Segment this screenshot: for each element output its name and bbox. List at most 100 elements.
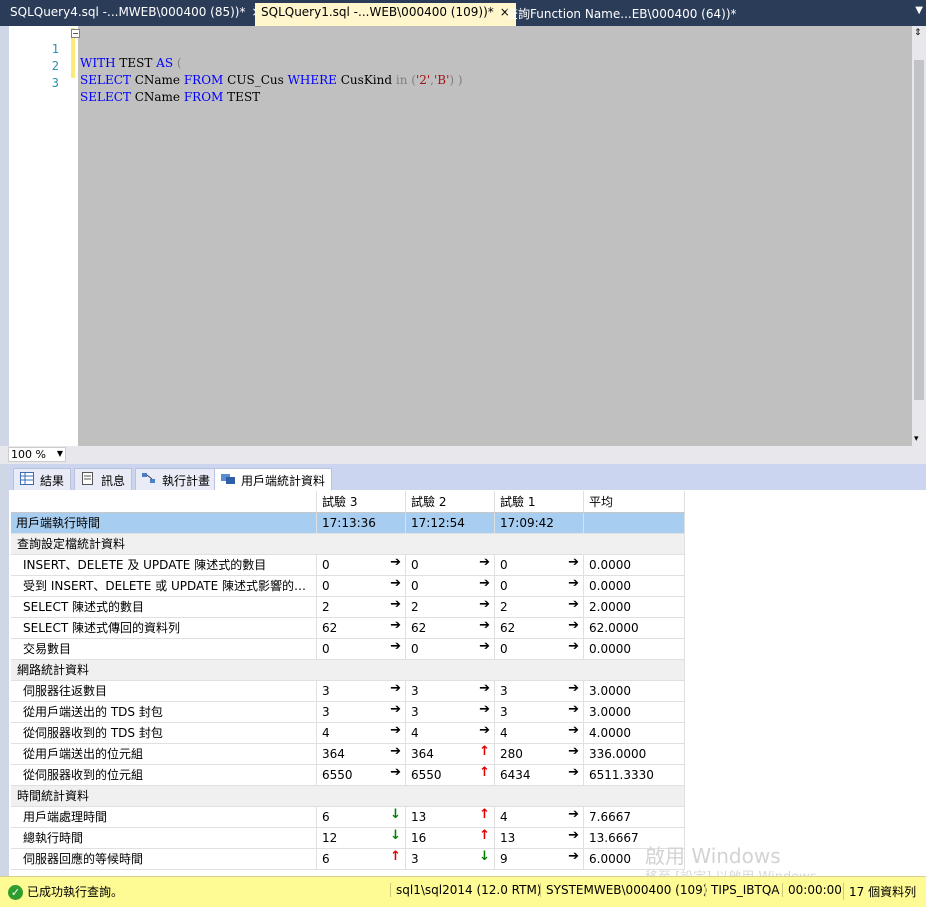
check-icon: ✓ xyxy=(8,885,23,900)
cell-average: 0.0000 xyxy=(583,554,685,576)
arrow-right-icon: ➔ xyxy=(479,617,490,633)
query-editor[interactable]: − 1 WITH TEST AS ( 2 SELECT CName FROM C… xyxy=(0,26,926,446)
table-row[interactable]: 從用戶端送出的 TDS 封包 3 ➔ 3 ➔ 3 ➔ 3.0000 xyxy=(11,701,685,723)
client-statistics-icon xyxy=(221,474,235,484)
arrow-right-icon: ➔ xyxy=(390,596,401,612)
cell-value: 6 xyxy=(322,809,330,824)
column-header: 平均 xyxy=(583,491,685,513)
editor-horizontal-scrollbar[interactable] xyxy=(70,448,924,462)
table-row[interactable]: INSERT、DELETE 及 UPDATE 陳述式的數目 0 ➔ 0 ➔ 0 ➔ 0.000… xyxy=(11,554,685,576)
row-label-text: 用戶端處理時間 xyxy=(23,810,108,824)
row-label: 從用戶端送出的位元組 xyxy=(11,743,317,765)
arrow-right-icon: ➔ xyxy=(390,554,401,570)
cell-trial-1: 280 ➔ xyxy=(494,743,584,765)
arrow-right-icon: ➔ xyxy=(568,554,579,570)
tab-function-name[interactable]: 查詢Function Name...EB\000400 (64))* xyxy=(500,3,743,24)
string-literal: '2' xyxy=(415,73,431,87)
row-label-text: 伺服器回應的等候時間 xyxy=(23,852,144,866)
row-label: SELECT 陳述式傳回的資料列 xyxy=(11,617,317,639)
cell-value: 16 xyxy=(411,830,427,845)
row-label-text: 受到 INSERT、DELETE 或 UPDATE 陳述式影響的資料列 xyxy=(23,579,311,593)
string-literal: 'B' xyxy=(434,73,450,87)
section-row: 時間統計資料 xyxy=(11,785,685,807)
status-message: ✓ 已成功執行查詢。 xyxy=(8,883,123,900)
arrow-right-icon: ➔ xyxy=(568,638,579,654)
tab-dropdown-icon[interactable]: ▼ xyxy=(915,5,923,16)
line-number: 2 xyxy=(51,59,59,73)
table-row[interactable]: 伺服器往返數目 3 ➔ 3 ➔ 3 ➔ 3.0000 xyxy=(11,680,685,702)
row-label: 伺服器往返數目 xyxy=(11,680,317,702)
cell-value: 3 xyxy=(411,683,419,698)
arrow-right-icon: ➔ xyxy=(390,617,401,633)
cell-value: 364 xyxy=(322,746,345,761)
execution-plan-icon xyxy=(142,473,155,483)
cell-value: 280 xyxy=(500,746,523,761)
column-header: 試驗 1 xyxy=(494,491,584,513)
scroll-down-icon[interactable]: ▾ xyxy=(914,434,919,444)
cell-value: 3 xyxy=(500,704,508,719)
cell-value: 3 xyxy=(322,683,330,698)
tab-execution-plan[interactable]: 執行計畫 xyxy=(135,468,218,490)
identifier: CName xyxy=(130,73,184,87)
table-row[interactable]: 總執行時間 12 ↓ 16 ↑ 13 ➔ 13.6667 xyxy=(11,827,685,849)
cell-value: 0 xyxy=(322,557,330,572)
table-row[interactable]: 交易數目 0 ➔ 0 ➔ 0 ➔ 0.0000 xyxy=(11,638,685,660)
table-row[interactable]: 伺服器回應的等候時間 6 ↑ 3 ↓ 9 ➔ 6.0000 xyxy=(11,848,685,870)
table-row[interactable]: 用戶端執行時間 17:13:36 17:12:54 17:09:42 xyxy=(11,512,685,534)
tab-label: 用戶端統計資料 xyxy=(241,474,326,488)
tab-sqlquery1[interactable]: SQLQuery1.sql -...WEB\000400 (109))* × xyxy=(255,3,516,26)
section-title: 查詢設定檔統計資料 xyxy=(11,533,685,555)
table-row[interactable]: 從用戶端送出的位元組 364 ➔ 364 ↑ 280 ➔ 336.0000 xyxy=(11,743,685,765)
cell-value: 2 xyxy=(500,599,508,614)
collapse-icon[interactable]: − xyxy=(71,29,80,38)
tab-sqlquery4[interactable]: SQLQuery4.sql -...MWEB\000400 (85))*× xyxy=(4,3,268,24)
table-row[interactable]: SELECT 陳述式的數目 2 ➔ 2 ➔ 2 ➔ 2.0000 xyxy=(11,596,685,618)
cell-trial-3: 12 ↓ xyxy=(316,827,406,849)
cell-trial-3: 3 ➔ xyxy=(316,680,406,702)
row-label: 受到 INSERT、DELETE 或 UPDATE 陳述式影響的資料列 xyxy=(11,575,317,597)
arrow-right-icon: ➔ xyxy=(479,575,490,591)
row-label-text: SELECT 陳述式傳回的資料列 xyxy=(23,621,180,635)
row-label-text: 總執行時間 xyxy=(23,831,84,845)
cell-trial-2: 13 ↑ xyxy=(405,806,495,828)
tab-results[interactable]: 結果 xyxy=(13,468,72,490)
cell-trial-2: 3 ➔ xyxy=(405,680,495,702)
keyword: FROM xyxy=(183,90,224,104)
row-label-text: SELECT 陳述式的數目 xyxy=(23,600,144,614)
cell-value: 0 xyxy=(500,557,508,572)
row-label: INSERT、DELETE 及 UPDATE 陳述式的數目 xyxy=(11,554,317,576)
split-icon[interactable]: ⇕ xyxy=(914,28,922,38)
table-row[interactable]: 從伺服器收到的位元組 6550 ➔ 6550 ↑ 6434 ➔ 6511.3330 xyxy=(11,764,685,786)
table-row[interactable]: 用戶端處理時間 6 ↓ 13 ↑ 4 ➔ 7.6667 xyxy=(11,806,685,828)
arrow-up-icon: ↑ xyxy=(479,764,490,780)
zoom-select[interactable]: 100 % ▼ xyxy=(8,447,66,462)
cell-value: 6 xyxy=(322,851,330,866)
identifier: TEST xyxy=(223,90,261,104)
cell-value: 3 xyxy=(411,851,419,866)
arrow-right-icon: ➔ xyxy=(568,701,579,717)
editor-vertical-scrollbar[interactable]: ⇕ ▾ xyxy=(912,26,926,446)
cell-value: 0 xyxy=(500,641,508,656)
status-database: TIPS_IBTQA xyxy=(705,883,779,897)
cell-value: 62 xyxy=(322,620,338,635)
table-row[interactable]: 從伺服器收到的 TDS 封包 4 ➔ 4 ➔ 4 ➔ 4.0000 xyxy=(11,722,685,744)
arrow-right-icon: ➔ xyxy=(390,743,401,759)
status-server: sql1\sql2014 (12.0 RTM) xyxy=(390,883,541,897)
arrow-right-icon: ➔ xyxy=(390,764,401,780)
cell-value: 4 xyxy=(411,725,419,740)
result-tab-strip: 結果 訊息 執行計畫 用戶端統計資料 xyxy=(0,464,926,490)
scroll-thumb[interactable] xyxy=(914,60,924,400)
cell-trial-1: 4 ➔ xyxy=(494,722,584,744)
cell-trial-3: 2 ➔ xyxy=(316,596,406,618)
header-row: 試驗 3 試驗 2 試驗 1 平均 xyxy=(11,491,685,513)
tab-messages[interactable]: 訊息 xyxy=(74,468,133,490)
cell-trial-1: 0 ➔ xyxy=(494,554,584,576)
row-label-text: INSERT、DELETE 及 UPDATE 陳述式的數目 xyxy=(23,558,267,572)
tab-client-statistics[interactable]: 用戶端統計資料 xyxy=(214,468,333,490)
tab-label: 執行計畫 xyxy=(162,474,211,488)
keyword: SELECT xyxy=(80,73,131,87)
cell-value: 9 xyxy=(500,851,508,866)
table-row[interactable]: 受到 INSERT、DELETE 或 UPDATE 陳述式影響的資料列 0 ➔ 0 ➔ 0… xyxy=(11,575,685,597)
table-row[interactable]: SELECT 陳述式傳回的資料列 62 ➔ 62 ➔ 62 ➔ 62.0000 xyxy=(11,617,685,639)
cell-value: 4 xyxy=(500,809,508,824)
